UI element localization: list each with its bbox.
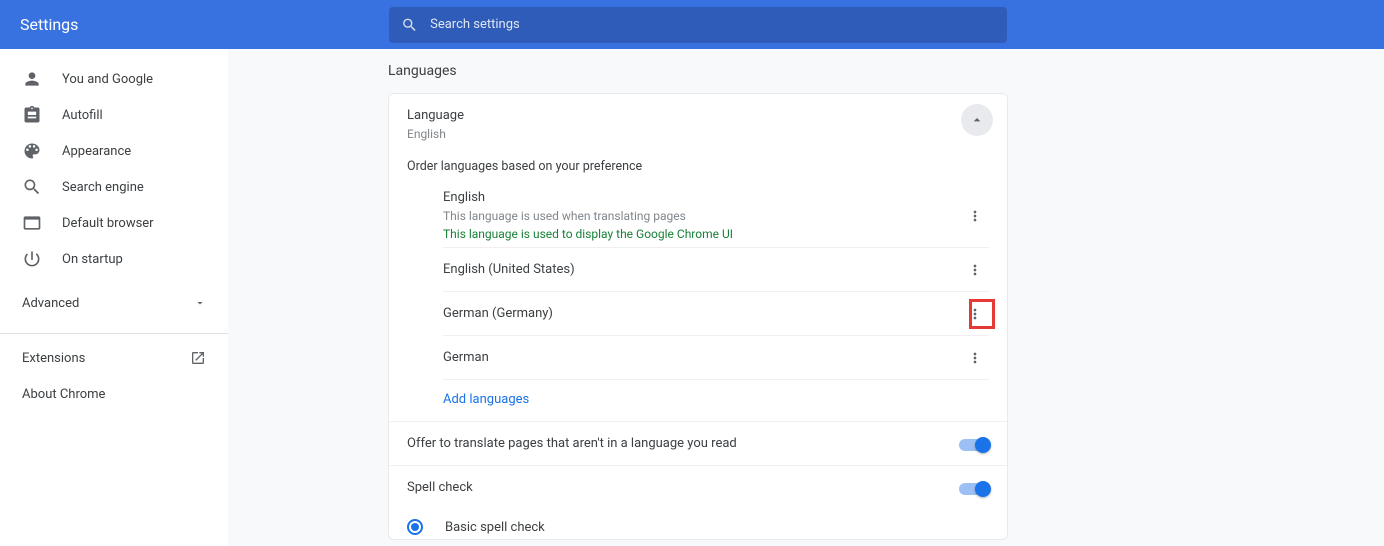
spellcheck-label: Spell check (407, 480, 473, 495)
sidebar-item-on-startup[interactable]: On startup (0, 241, 228, 277)
sidebar-item-label: Appearance (62, 144, 131, 159)
power-icon (22, 249, 42, 269)
radio-icon (407, 519, 423, 535)
sidebar-about[interactable]: About Chrome (0, 376, 228, 412)
order-preference-label: Order languages based on your preference (389, 149, 1007, 184)
browser-icon (22, 213, 42, 233)
card-title: Language (407, 108, 464, 123)
card-subtitle: English (407, 127, 464, 141)
language-row-english: English This language is used when trans… (443, 184, 989, 247)
chevron-up-icon (969, 112, 985, 128)
external-link-icon (190, 350, 206, 366)
sidebar-extensions[interactable]: Extensions (0, 340, 228, 376)
sidebar-item-label: You and Google (62, 72, 153, 87)
sidebar-item-label: Search engine (62, 180, 144, 195)
sidebar-divider (0, 333, 228, 334)
sidebar-item-you-and-google[interactable]: You and Google (0, 61, 228, 97)
language-name: English (443, 190, 961, 205)
more-vert-icon (967, 208, 983, 224)
language-note: This language is used when translating p… (443, 209, 961, 223)
basic-spellcheck-label: Basic spell check (445, 520, 545, 535)
language-row-german-de: German (Germany) (443, 291, 989, 335)
translate-label: Offer to translate pages that aren't in … (407, 436, 737, 451)
search-box[interactable] (389, 7, 1007, 43)
sidebar-item-autofill[interactable]: Autofill (0, 97, 228, 133)
language-more-button[interactable] (961, 256, 989, 284)
language-row-english-us: English (United States) (443, 247, 989, 291)
section-title: Languages (388, 63, 1008, 79)
sidebar-item-label: On startup (62, 252, 123, 267)
search-icon (401, 16, 418, 34)
palette-icon (22, 141, 42, 161)
sidebar-advanced[interactable]: Advanced (0, 283, 228, 323)
sidebar-item-label: Autofill (62, 108, 103, 123)
language-name: German (443, 350, 961, 365)
add-languages-link[interactable]: Add languages (443, 379, 989, 421)
more-vert-icon (967, 350, 983, 366)
sidebar: You and Google Autofill Appearance Searc… (0, 49, 228, 546)
sidebar-item-label: Default browser (62, 216, 154, 231)
main-area: Languages Language English Order languag… (228, 49, 1384, 546)
more-vert-icon (967, 306, 983, 322)
search-input[interactable] (430, 17, 995, 32)
language-more-button[interactable] (961, 300, 989, 328)
chevron-down-icon (194, 297, 206, 309)
collapse-button[interactable] (961, 104, 993, 136)
translate-toggle-row: Offer to translate pages that aren't in … (389, 421, 1007, 465)
person-icon (22, 69, 42, 89)
sidebar-about-label: About Chrome (22, 387, 105, 402)
more-vert-icon (967, 262, 983, 278)
language-note-ui: This language is used to display the Goo… (443, 227, 961, 241)
language-name: English (United States) (443, 262, 961, 277)
sidebar-advanced-label: Advanced (22, 296, 79, 311)
page-title: Settings (20, 15, 78, 34)
language-more-button[interactable] (961, 344, 989, 372)
language-more-button[interactable] (961, 202, 989, 230)
spellcheck-toggle[interactable] (959, 481, 989, 495)
sidebar-item-search-engine[interactable]: Search engine (0, 169, 228, 205)
card-header: Language English (389, 94, 1007, 149)
translate-toggle[interactable] (959, 437, 989, 451)
language-name: German (Germany) (443, 306, 961, 321)
app-header: Settings (0, 0, 1384, 49)
sidebar-extensions-label: Extensions (22, 351, 85, 366)
spellcheck-toggle-row: Spell check (389, 465, 1007, 509)
sidebar-item-default-browser[interactable]: Default browser (0, 205, 228, 241)
languages-card: Language English Order languages based o… (388, 93, 1008, 540)
search-icon (22, 177, 42, 197)
sidebar-item-appearance[interactable]: Appearance (0, 133, 228, 169)
language-row-german: German (443, 335, 989, 379)
basic-spellcheck-row[interactable]: Basic spell check (389, 509, 1007, 539)
language-list: English This language is used when trans… (389, 184, 1007, 421)
clipboard-icon (22, 105, 42, 125)
